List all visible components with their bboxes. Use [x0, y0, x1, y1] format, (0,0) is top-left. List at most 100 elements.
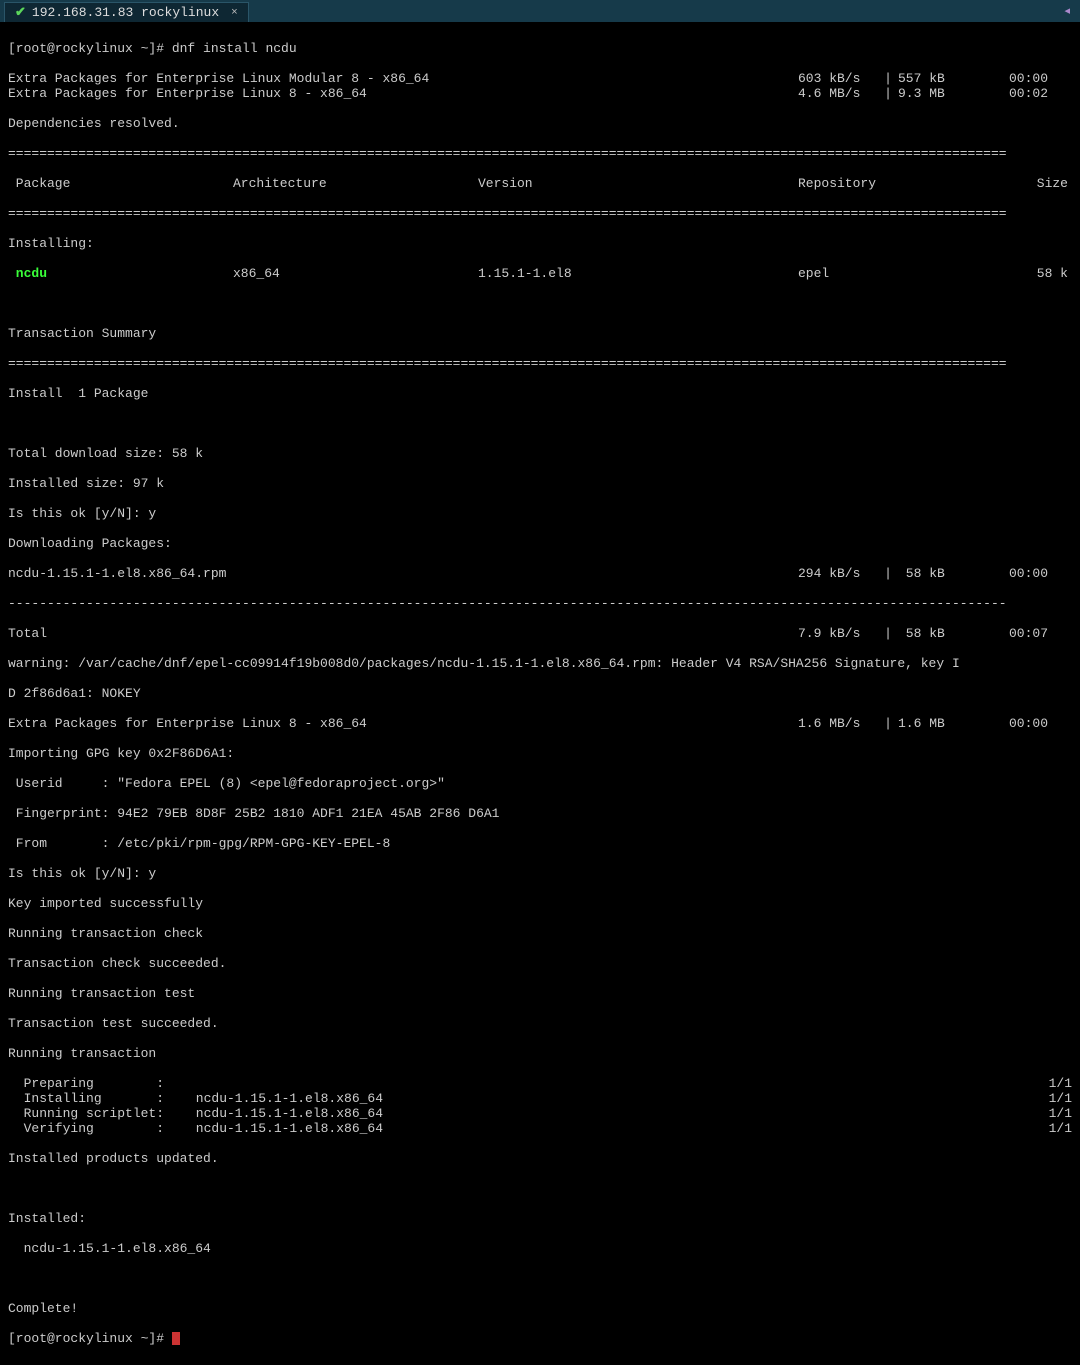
tab-bar: ✔ 192.168.31.83 rockylinux × ◂ — [0, 0, 1080, 22]
pkg-repo: epel — [798, 266, 1018, 281]
sep: | — [878, 716, 898, 731]
step-label: Running scriptlet: — [8, 1106, 188, 1121]
close-icon[interactable]: × — [231, 7, 238, 19]
sep: | — [878, 71, 898, 86]
hdr-arch: Architecture — [233, 176, 478, 191]
complete: Complete! — [8, 1301, 1072, 1316]
repo-time: 00:00 — [968, 71, 1048, 86]
running-check: Running transaction check — [8, 926, 1072, 941]
sep: | — [878, 626, 898, 641]
cursor-icon — [172, 1332, 180, 1345]
sep: | — [878, 566, 898, 581]
hr: ========================================… — [8, 206, 1072, 221]
transaction-step: Preparing : 1/1 — [8, 1076, 1072, 1091]
dl-amt: 58 kB — [898, 566, 968, 581]
dl-time: 00:00 — [968, 566, 1048, 581]
install-count: Install 1 Package — [8, 386, 1072, 401]
blank — [8, 1271, 1072, 1286]
check-icon: ✔ — [15, 5, 26, 20]
epel-rate: 1.6 MB/s — [798, 716, 878, 731]
epel-line: Extra Packages for Enterprise Linux 8 - … — [8, 716, 1072, 731]
repo-rate: 4.6 MB/s — [798, 86, 878, 101]
step-fraction: 1/1 — [1022, 1091, 1072, 1106]
step-label: Installing : — [8, 1091, 188, 1106]
import-gpg: Importing GPG key 0x2F86D6A1: — [8, 746, 1072, 761]
hr: ========================================… — [8, 146, 1072, 161]
repo-amt: 557 kB — [898, 71, 968, 86]
download-size: Total download size: 58 k — [8, 446, 1072, 461]
step-fraction: 1/1 — [1022, 1106, 1072, 1121]
hdr-size: Size — [1018, 176, 1068, 191]
shell-prompt: [root@rockylinux ~]# — [8, 41, 172, 56]
confirm-prompt: Is this ok [y/N]: y — [8, 866, 1072, 881]
epel-name: Extra Packages for Enterprise Linux 8 - … — [8, 716, 798, 731]
pkg-arch: x86_64 — [233, 266, 478, 281]
transaction-step: Running scriptlet: ncdu-1.15.1-1.el8.x86… — [8, 1106, 1072, 1121]
total-rate: 7.9 kB/s — [798, 626, 878, 641]
command-text: dnf install ncdu — [172, 41, 297, 56]
products-updated: Installed products updated. — [8, 1151, 1072, 1166]
repo-name: Extra Packages for Enterprise Linux Modu… — [8, 71, 798, 86]
running-test: Running transaction test — [8, 986, 1072, 1001]
hdr-version: Version — [478, 176, 798, 191]
installed-size: Installed size: 97 k — [8, 476, 1072, 491]
installing-label: Installing: — [8, 236, 1072, 251]
terminal-output[interactable]: [root@rockylinux ~]# dnf install ncdu Ex… — [0, 22, 1080, 1365]
total-label: Total — [8, 626, 798, 641]
confirm-prompt: Is this ok [y/N]: y — [8, 506, 1072, 521]
step-label: Preparing : — [8, 1076, 188, 1091]
shell-prompt: [root@rockylinux ~]# — [8, 1331, 172, 1346]
step-value: ncdu-1.15.1-1.el8.x86_64 — [188, 1091, 1022, 1106]
repo-amt: 9.3 MB — [898, 86, 968, 101]
repo-rate: 603 kB/s — [798, 71, 878, 86]
repo-download-line: Extra Packages for Enterprise Linux Modu… — [8, 71, 1072, 86]
test-succeeded: Transaction test succeeded. — [8, 1016, 1072, 1031]
menu-icon[interactable]: ◂ — [1064, 4, 1076, 18]
blank — [8, 416, 1072, 431]
total-line: Total 7.9 kB/s | 58 kB 00:07 — [8, 626, 1072, 641]
deps-resolved: Dependencies resolved. — [8, 116, 1072, 131]
dash: ----------------------------------------… — [8, 596, 1072, 611]
downloading-label: Downloading Packages: — [8, 536, 1072, 551]
warning-line: D 2f86d6a1: NOKEY — [8, 686, 1072, 701]
table-header: Package Architecture Version Repository … — [8, 176, 1072, 191]
transaction-summary: Transaction Summary — [8, 326, 1072, 341]
step-fraction: 1/1 — [1022, 1121, 1072, 1136]
gpg-fingerprint: Fingerprint: 94E2 79EB 8D8F 25B2 1810 AD… — [8, 806, 1072, 821]
step-value — [188, 1076, 1022, 1091]
pkg-size: 58 k — [1018, 266, 1068, 281]
epel-time: 00:00 — [968, 716, 1048, 731]
installed-package: ncdu-1.15.1-1.el8.x86_64 — [8, 1241, 1072, 1256]
gpg-from: From : /etc/pki/rpm-gpg/RPM-GPG-KEY-EPEL… — [8, 836, 1072, 851]
transaction-step: Verifying : ncdu-1.15.1-1.el8.x86_641/1 — [8, 1121, 1072, 1136]
key-imported: Key imported successfully — [8, 896, 1072, 911]
check-succeeded: Transaction check succeeded. — [8, 956, 1072, 971]
blank — [8, 1181, 1072, 1196]
repo-download-line: Extra Packages for Enterprise Linux 8 - … — [8, 86, 1072, 101]
installed-header: Installed: — [8, 1211, 1072, 1226]
terminal-tab[interactable]: ✔ 192.168.31.83 rockylinux × — [4, 2, 249, 22]
step-label: Verifying : — [8, 1121, 188, 1136]
total-time: 00:07 — [968, 626, 1048, 641]
package-row: ncdu x86_64 1.15.1-1.el8 epel 58 k — [8, 266, 1072, 281]
total-amt: 58 kB — [898, 626, 968, 641]
hr: ========================================… — [8, 356, 1072, 371]
warning-line: warning: /var/cache/dnf/epel-cc09914f19b… — [8, 656, 1072, 671]
blank — [8, 296, 1072, 311]
repo-name: Extra Packages for Enterprise Linux 8 - … — [8, 86, 798, 101]
step-value: ncdu-1.15.1-1.el8.x86_64 — [188, 1121, 1022, 1136]
step-value: ncdu-1.15.1-1.el8.x86_64 — [188, 1106, 1022, 1121]
pkg-name: ncdu — [8, 266, 233, 281]
dl-name: ncdu-1.15.1-1.el8.x86_64.rpm — [8, 566, 798, 581]
download-line: ncdu-1.15.1-1.el8.x86_64.rpm 294 kB/s | … — [8, 566, 1072, 581]
sep: | — [878, 86, 898, 101]
transaction-step: Installing : ncdu-1.15.1-1.el8.x86_641/1 — [8, 1091, 1072, 1106]
tab-label: 192.168.31.83 rockylinux — [32, 5, 219, 20]
pkg-version: 1.15.1-1.el8 — [478, 266, 798, 281]
gpg-userid: Userid : "Fedora EPEL (8) <epel@fedorapr… — [8, 776, 1072, 791]
repo-time: 00:02 — [968, 86, 1048, 101]
step-fraction: 1/1 — [1022, 1076, 1072, 1091]
hdr-repo: Repository — [798, 176, 1018, 191]
hdr-package: Package — [8, 176, 233, 191]
running-transaction: Running transaction — [8, 1046, 1072, 1061]
